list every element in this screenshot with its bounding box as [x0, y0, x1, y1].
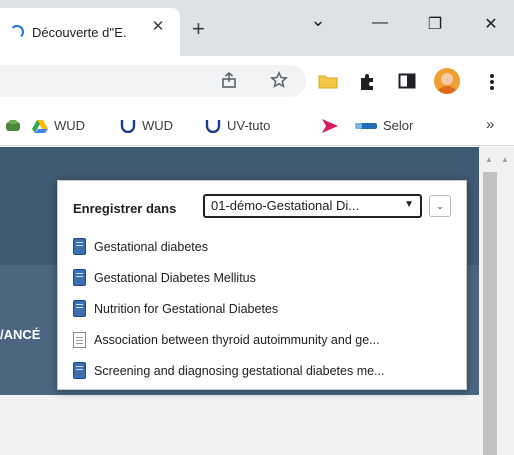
book-icon — [73, 300, 86, 317]
restore-icon[interactable]: ❐ — [425, 14, 445, 34]
bookmark-label: WUD — [142, 118, 174, 133]
save-in-label: Enregistrer dans — [73, 201, 177, 216]
address-bar[interactable] — [0, 65, 306, 97]
tab-close-icon[interactable]: ✕ — [150, 17, 166, 35]
item-title: Association between thyroid autoimmunity… — [94, 332, 380, 347]
browser-toolbar — [0, 56, 514, 106]
zotero-folder-icon[interactable] — [318, 73, 338, 89]
u-logo-icon — [205, 119, 221, 133]
u-logo-icon — [120, 119, 136, 133]
list-item[interactable]: Nutrition for Gestational Diabetes — [73, 293, 458, 324]
scroll-up-icon[interactable]: ▲ — [485, 155, 493, 164]
list-item[interactable]: Association between thyroid autoimmunity… — [73, 324, 458, 355]
expand-tree-button[interactable]: ⌄ — [429, 195, 451, 217]
tab-title: Découverte d''E. — [32, 24, 127, 40]
tab-strip: Découverte d''E. ✕ + ⌄ — ❐ ✕ — [0, 0, 514, 56]
drive-icon — [32, 119, 48, 133]
minimize-icon[interactable]: — — [370, 14, 390, 32]
side-panel-icon[interactable] — [398, 73, 416, 89]
chevron-down-icon: ⌄ — [436, 201, 444, 211]
star-icon[interactable] — [270, 71, 288, 89]
bookmark-label: WUD — [54, 118, 86, 133]
bookmark-partial-icon[interactable] — [4, 118, 22, 134]
window-close-icon[interactable]: ✕ — [481, 14, 501, 34]
selor-icon — [355, 122, 377, 129]
list-item[interactable]: Screening and diagnosing gestational dia… — [73, 355, 458, 386]
menu-icon[interactable] — [489, 73, 495, 91]
avatar[interactable] — [434, 68, 460, 94]
list-item[interactable]: Gestational diabetes — [73, 231, 458, 262]
selected-folder: 01-démo-Gestational Di... — [211, 198, 360, 213]
scrollbar-thumb[interactable] — [483, 172, 497, 455]
chevron-down-icon: ▼ — [404, 199, 414, 210]
extensions-icon[interactable] — [358, 73, 376, 91]
bookmarks-bar: WUD WUD UV-tuto Selor » — [0, 106, 514, 146]
saved-items-list: Gestational diabetes Gestational Diabete… — [73, 231, 458, 386]
item-title: Nutrition for Gestational Diabetes — [94, 301, 279, 316]
bookmark-uv-tuto[interactable]: UV-tuto — [205, 118, 270, 133]
bookmark-wud-u[interactable]: WUD — [120, 118, 173, 133]
nav-item-partial[interactable]: /ANCÉ — [0, 327, 40, 342]
arrow-logo-icon — [322, 119, 338, 133]
book-icon — [73, 238, 86, 255]
page-body — [0, 395, 479, 455]
tab-search-icon[interactable]: ⌄ — [308, 10, 328, 31]
item-title: Screening and diagnosing gestational dia… — [94, 363, 385, 378]
scroll-up-icon-outer[interactable]: ▲ — [501, 155, 509, 164]
loading-spinner-icon — [10, 25, 24, 39]
document-icon — [73, 331, 86, 348]
list-item[interactable]: Gestational Diabetes Mellitus — [73, 262, 458, 293]
share-icon[interactable] — [220, 71, 238, 89]
bookmarks-overflow-icon[interactable]: » — [486, 116, 494, 133]
folder-select[interactable]: 01-démo-Gestational Di... ▼ — [203, 194, 422, 218]
new-tab-button[interactable]: + — [192, 16, 205, 42]
bookmark-wud-drive[interactable]: WUD — [32, 118, 85, 133]
bookmark-label: UV-tuto — [227, 118, 271, 133]
book-icon — [73, 362, 86, 379]
bookmark-label: Selor — [383, 118, 414, 133]
save-to-zotero-popup: Enregistrer dans 01-démo-Gestational Di.… — [57, 180, 467, 390]
item-title: Gestational Diabetes Mellitus — [94, 270, 256, 285]
book-icon — [73, 269, 86, 286]
bookmark-arrow[interactable] — [320, 118, 340, 134]
item-title: Gestational diabetes — [94, 239, 208, 254]
bookmark-selor[interactable]: Selor — [355, 118, 413, 133]
